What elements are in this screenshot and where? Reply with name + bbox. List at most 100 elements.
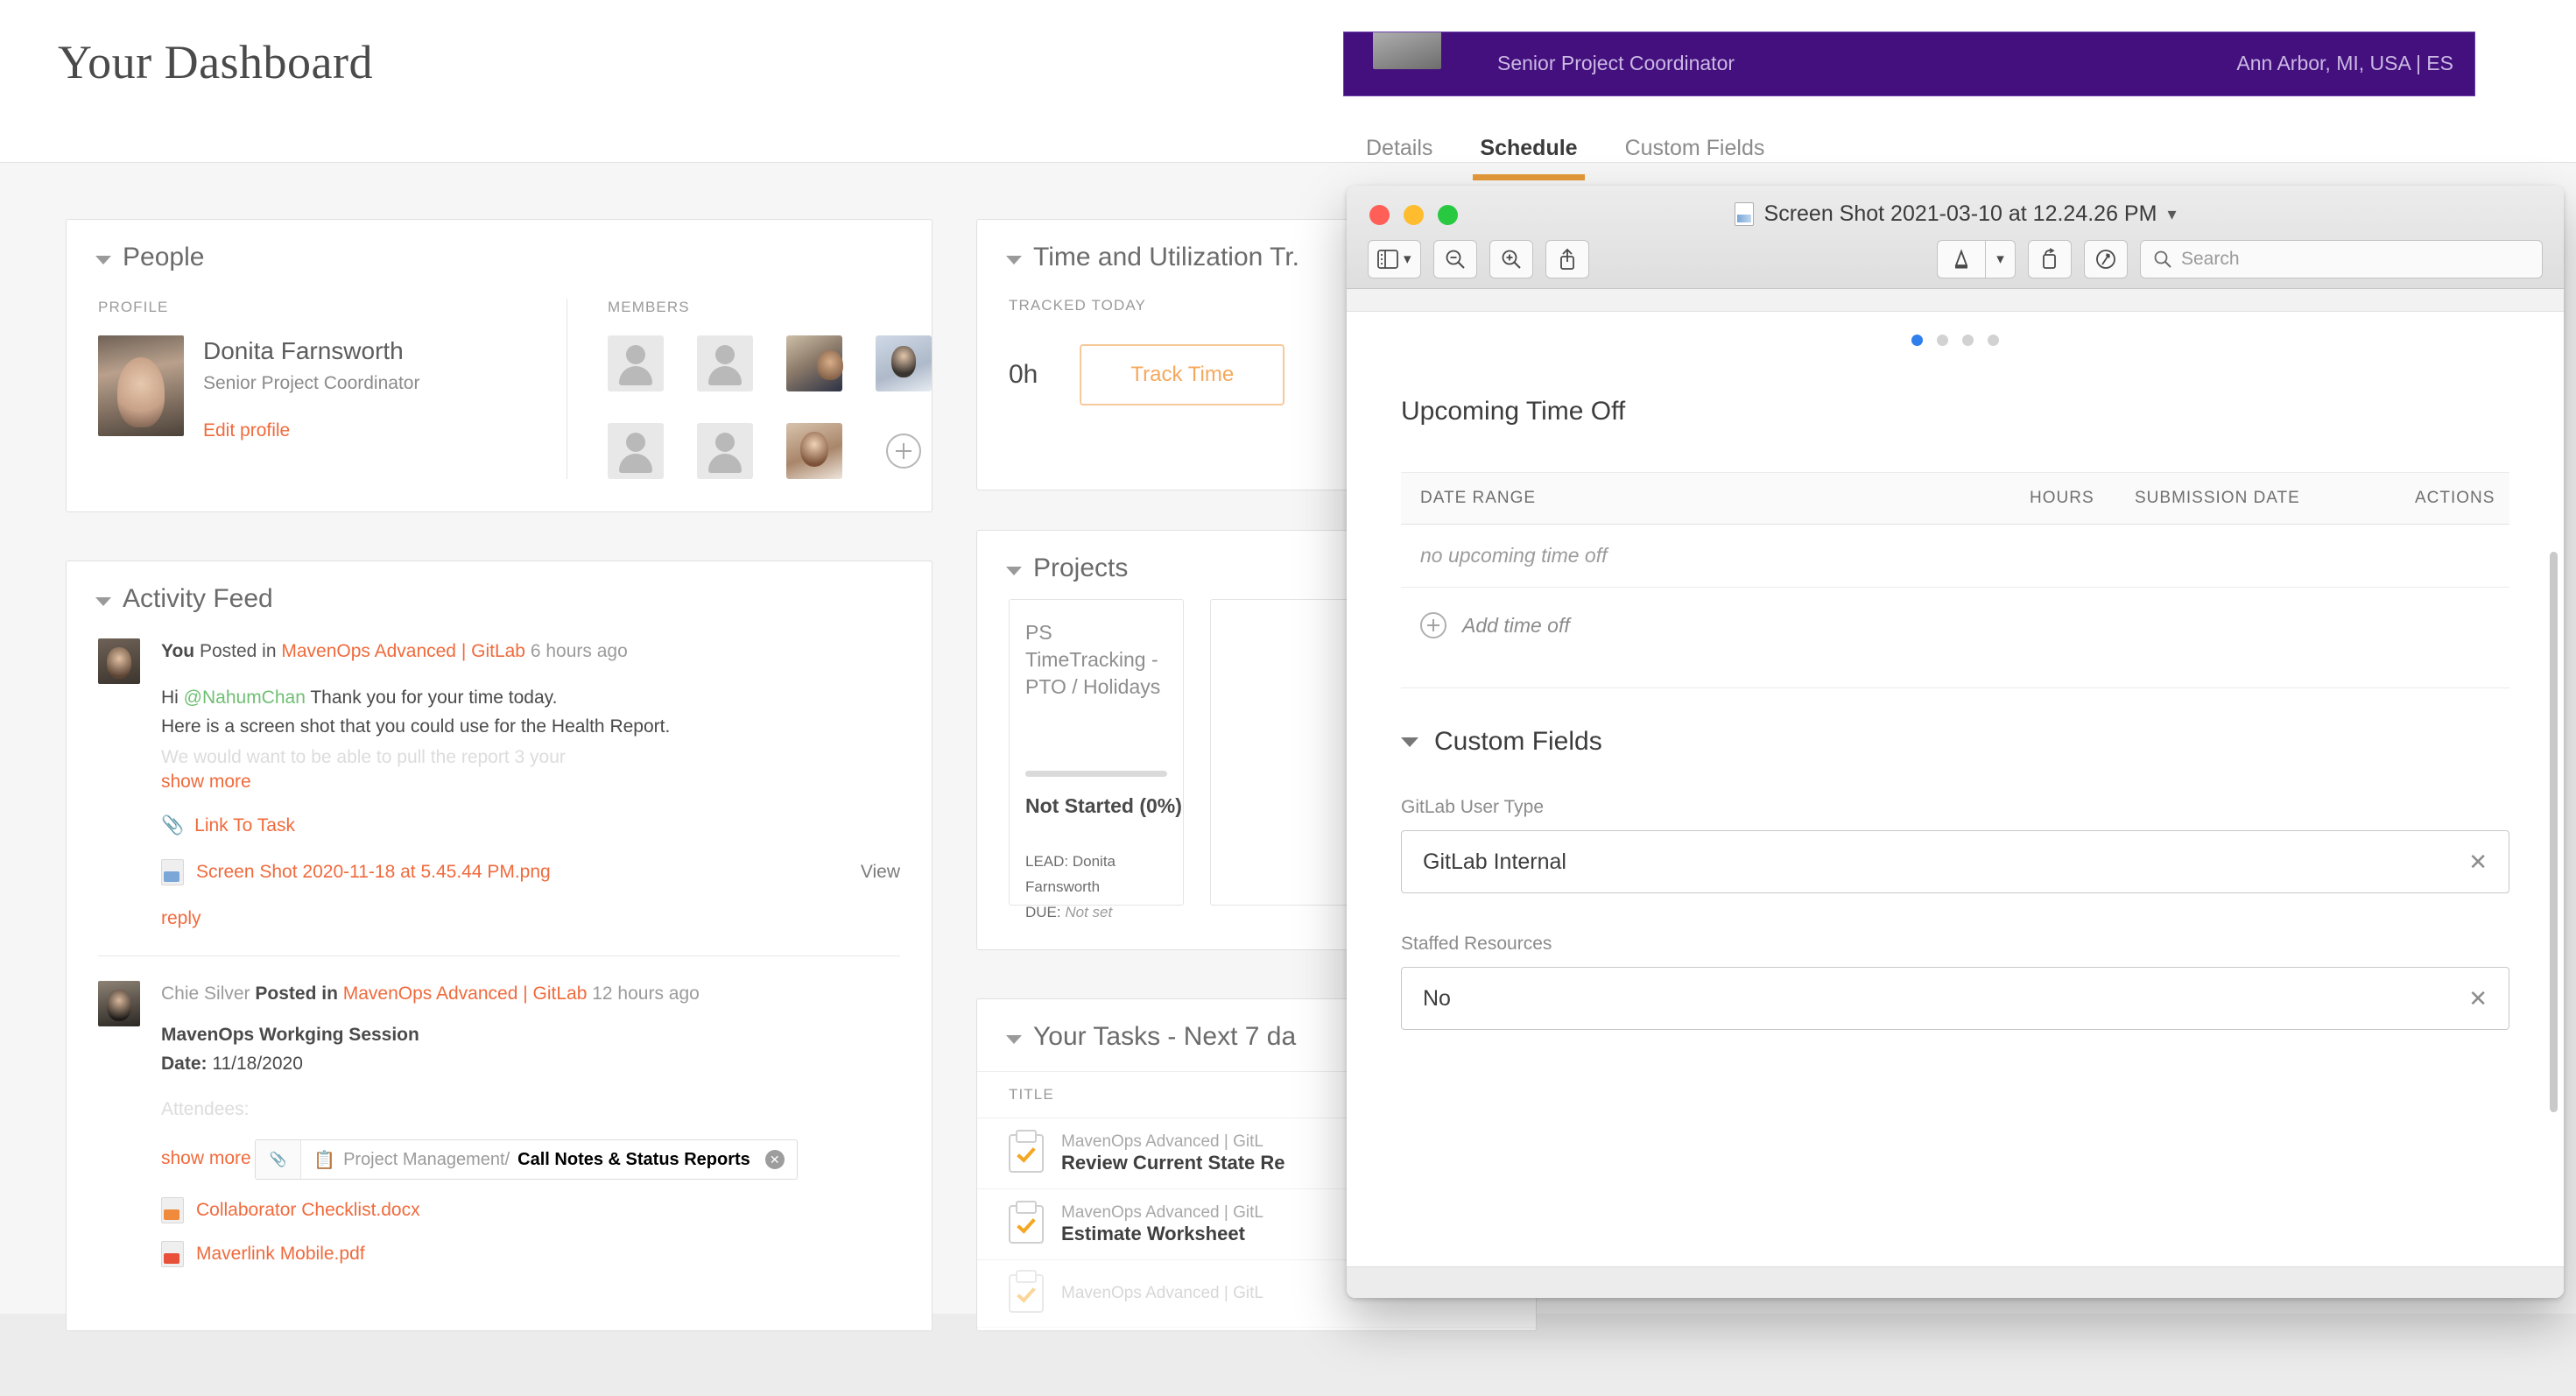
avatar [1373,32,1441,69]
profile-name: Donita Farnsworth [203,337,404,364]
avatar [98,638,140,684]
activity-body-line2: Here is a screen shot that you could use… [161,716,671,737]
preview-bottom-bar [1347,1266,2564,1298]
plus-circle-icon[interactable] [886,434,921,469]
project-due-label: DUE: [1025,903,1061,920]
chevron-down-icon[interactable]: ▾ [2167,203,2176,225]
activity-mention[interactable]: @NahumChan [184,687,306,708]
chevron-down-icon[interactable] [1006,256,1022,264]
field-input-gitlab-user-type[interactable]: GitLab Internal ✕ [1401,830,2509,893]
custom-fields-header[interactable]: Custom Fields [1401,727,2564,757]
zoom-in-icon[interactable] [1489,240,1533,278]
field-label-gitlab-user-type: GitLab User Type [1401,797,1545,817]
rotate-icon[interactable] [2028,240,2072,278]
chevron-down-icon: ▾ [1404,250,1411,267]
activity-project-link[interactable]: MavenOps Advanced | GitLab [343,984,588,1004]
header-location: Ann Arbor, MI, USA | ES [2236,52,2453,74]
chevron-down-icon[interactable] [95,256,111,264]
view-attachment-link[interactable]: View [861,862,900,883]
dot-active[interactable] [1911,335,1923,346]
show-more-link[interactable]: show more [161,772,251,793]
member-avatar[interactable] [608,423,664,479]
activity-feed-card: Activity Feed You Posted in MavenOps Adv… [66,561,933,1331]
time-card-title: Time and Utilization Tr. [1033,243,1299,271]
linked-task-chip[interactable]: 📎 📋 Project Management/ Call Notes & Sta… [255,1139,798,1181]
track-time-button[interactable]: Track Time [1080,344,1285,405]
activity-item: You Posted in MavenOps Advanced | GitLab… [67,638,932,929]
activity-actor: You [161,641,195,661]
vertical-scrollbar[interactable] [2550,552,2558,1112]
header-role: Senior Project Coordinator [1497,52,1735,74]
people-card-title: People [123,243,205,271]
field-value: No [1423,985,1451,1011]
dot[interactable] [1988,335,1999,346]
chevron-down-icon[interactable]: ▾ [1986,240,2016,278]
member-avatar[interactable] [786,335,843,391]
members-label: MEMBERS [608,299,690,315]
close-icon[interactable]: ✕ [764,1150,785,1170]
annotate-icon[interactable] [2084,240,2128,278]
markup-glyph [1954,249,1968,269]
profile-role: Senior Project Coordinator [203,373,420,393]
zoom-in-glyph [1502,250,1521,269]
dot[interactable] [1962,335,1974,346]
chevron-down-icon[interactable] [1006,567,1022,575]
activity-feed-header[interactable]: Activity Feed [67,561,932,614]
tab-custom-fields[interactable]: Custom Fields [1625,136,1765,180]
share-icon[interactable] [1545,240,1589,278]
reply-link[interactable]: reply [161,908,201,929]
activity-project-link[interactable]: MavenOps Advanced | GitLab [281,641,525,661]
search-input[interactable]: Search [2140,240,2543,278]
tab-details[interactable]: Details [1366,136,1432,180]
close-x-icon[interactable]: ✕ [2468,849,2488,876]
attachment-name[interactable]: Screen Shot 2020-11-18 at 5.45.44 PM.png [196,862,551,883]
dot[interactable] [1937,335,1948,346]
member-avatar[interactable] [697,423,753,479]
rotate-glyph [2043,248,2056,269]
custom-fields-title: Custom Fields [1434,727,1602,756]
project-meta: LEAD: Donita Farnsworth DUE: Not set [1025,850,1183,926]
project-tile[interactable]: PS TimeTracking - PTO / Holidays Not Sta… [1009,599,1184,920]
show-more-link[interactable]: show more [161,1148,251,1169]
window-titlebar[interactable]: Screen Shot 2021-03-10 at 12.24.26 PM ▾ … [1347,186,2564,289]
field-input-staffed-resources[interactable]: No ✕ [1401,967,2509,1030]
tab-schedule[interactable]: Schedule [1473,136,1585,180]
paperclip-icon: 📎 [161,814,185,835]
field-label-staffed-resources: Staffed Resources [1401,934,1552,954]
task-name: Estimate Worksheet [1061,1223,1245,1244]
time-off-heading: Upcoming Time Off [1401,397,1626,426]
member-avatar[interactable] [697,335,753,391]
activity-date-label: Date: [161,1053,208,1074]
people-card-header[interactable]: People [67,220,932,272]
task-project: MavenOps Advanced | GitL [1061,1284,1263,1302]
close-x-icon[interactable]: ✕ [2468,985,2488,1012]
column-actions: ACTIONS [2415,489,2495,507]
attachment-row: Screen Shot 2020-11-18 at 5.45.44 PM.png… [161,858,900,885]
table-empty-message: no upcoming time off [1401,525,2509,588]
app-root: Your Dashboard People PROFILE Donita Far… [0,0,2576,1396]
markup-pen-icon[interactable] [1937,240,1986,278]
zoom-out-icon[interactable] [1432,240,1477,278]
member-avatar[interactable] [608,335,664,391]
activity-feed-title: Activity Feed [123,584,273,613]
activity-actor: Chie Silver [161,983,250,1004]
add-time-off-button[interactable]: Add time off [1401,588,2509,638]
file-name[interactable]: Collaborator Checklist.docx [196,1200,420,1221]
link-to-task-label: Link To Task [194,814,295,835]
project-name: PS TimeTracking - PTO / Holidays [1025,621,1161,699]
member-avatar[interactable] [876,335,932,391]
link-to-task-button[interactable]: 📎 Link To Task [161,815,900,836]
sidebar-icon[interactable]: ▾ [1368,240,1421,278]
clipboard-icon: 📋 [313,1150,336,1170]
chevron-down-icon[interactable] [1401,737,1418,747]
profile-purple-header: Senior Project Coordinator Ann Arbor, MI… [1343,32,2475,96]
file-name[interactable]: Maverlink Mobile.pdf [196,1244,365,1265]
column-hours: HOURS [2030,489,2094,507]
member-avatar[interactable] [786,423,842,479]
activity-title: MavenOps Workging Session [161,1024,419,1045]
chevron-down-icon[interactable] [1006,1035,1022,1044]
task-name: Review Current State Re [1061,1152,1285,1174]
chevron-down-icon[interactable] [95,597,111,606]
edit-profile-link[interactable]: Edit profile [203,420,419,441]
clipboard-check-icon [1009,1274,1044,1313]
